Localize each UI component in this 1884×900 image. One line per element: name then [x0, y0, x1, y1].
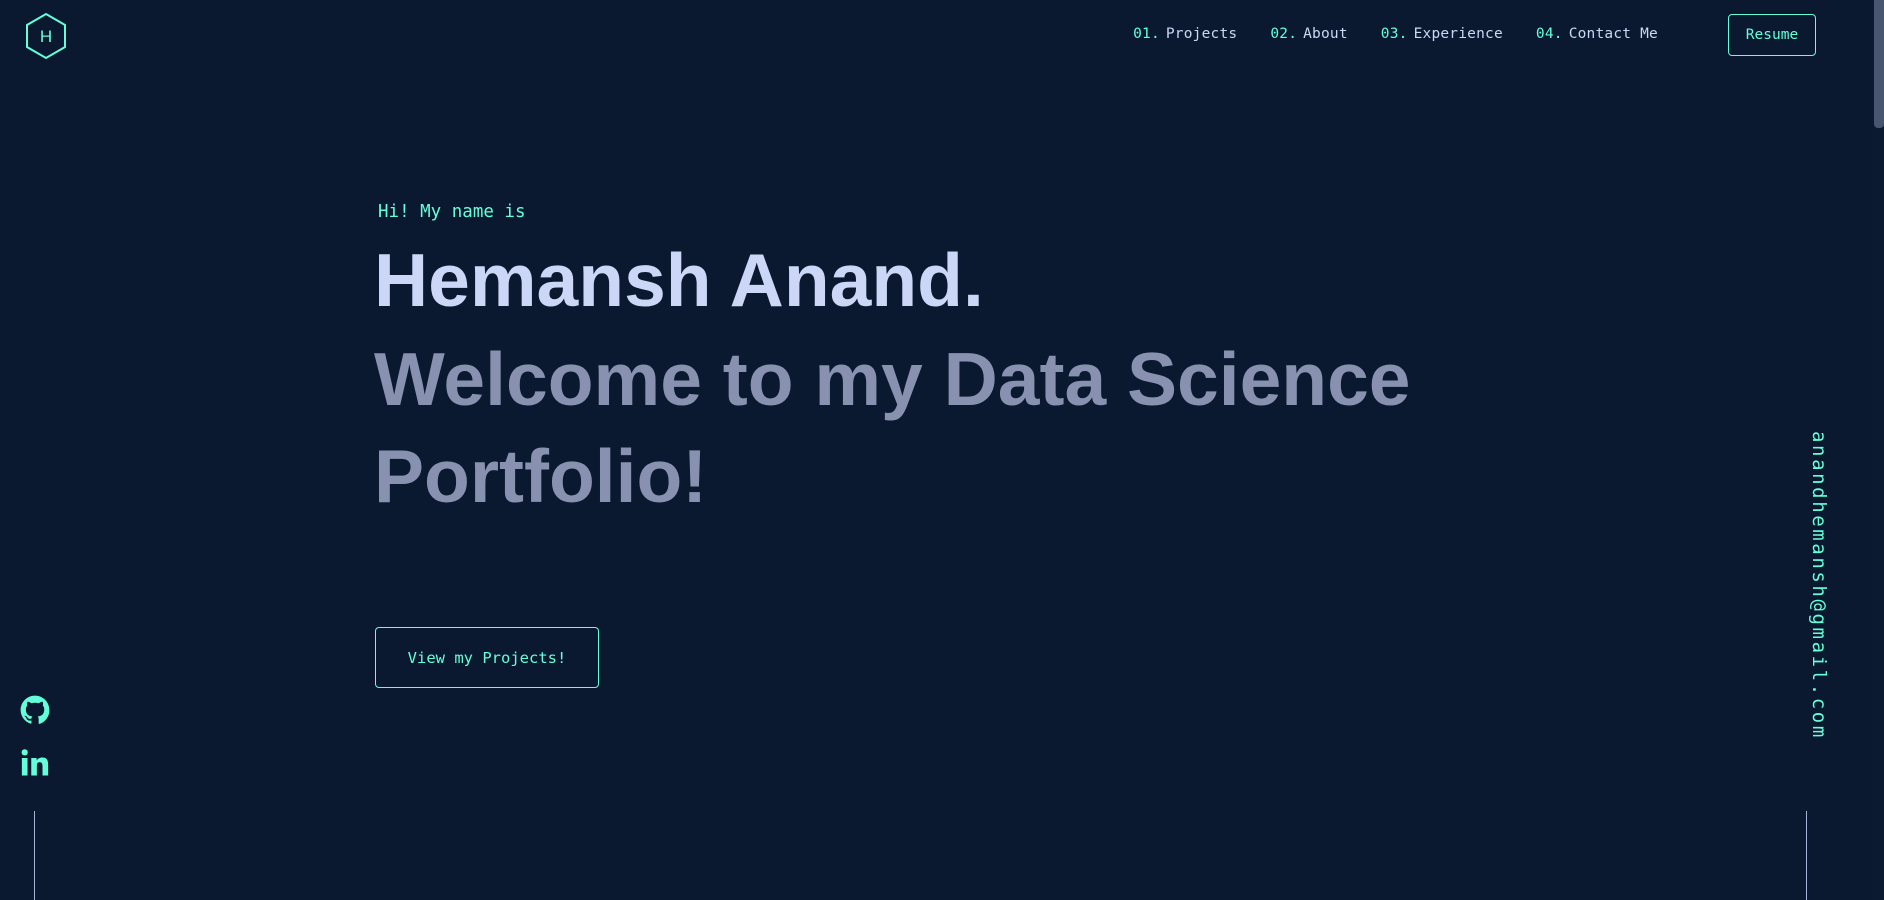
github-link[interactable] — [20, 695, 50, 725]
email-link[interactable]: anandhemansh@gmail.com — [1808, 431, 1830, 740]
hero-name: Hemansh Anand. — [374, 238, 984, 322]
nav-item-number: 01. — [1133, 26, 1160, 42]
linkedin-icon — [21, 749, 49, 776]
nav-item-number: 04. — [1535, 26, 1563, 42]
main-nav: 01. Projects 02. About 03. Experience 04. Co… — [1133, 26, 1658, 42]
logo-link[interactable]: H — [24, 12, 68, 60]
hero-intro: Hi! My name is — [378, 202, 526, 222]
nav-item-number: 03. — [1380, 26, 1408, 42]
hexagon-logo-icon: H — [26, 12, 66, 60]
right-divider-line — [1806, 811, 1807, 900]
linkedin-link[interactable] — [20, 748, 50, 778]
left-divider-line — [34, 811, 35, 900]
resume-button[interactable]: Resume — [1728, 14, 1816, 56]
github-icon — [20, 695, 50, 724]
nav-item-label: Projects — [1165, 26, 1238, 42]
nav-item-experience[interactable]: 03. Experience — [1381, 26, 1503, 42]
nav-item-label: About — [1303, 26, 1348, 42]
view-projects-button[interactable]: View my Projects! — [375, 627, 599, 688]
nav-item-projects[interactable]: 01. Projects — [1133, 26, 1237, 42]
logo-letter: H — [40, 27, 52, 46]
hero-tagline: Welcome to my Data Science Portfolio! — [374, 337, 1411, 518]
nav-item-contact[interactable]: 04. Contact Me — [1536, 26, 1658, 42]
nav-item-label: Contact Me — [1568, 26, 1658, 42]
nav-item-label: Experience — [1413, 26, 1503, 42]
scrollbar-thumb[interactable] — [1874, 0, 1884, 128]
nav-item-number: 02. — [1270, 26, 1298, 42]
nav-item-about[interactable]: 02. About — [1270, 26, 1347, 42]
page-scrollbar[interactable] — [1872, 0, 1884, 900]
